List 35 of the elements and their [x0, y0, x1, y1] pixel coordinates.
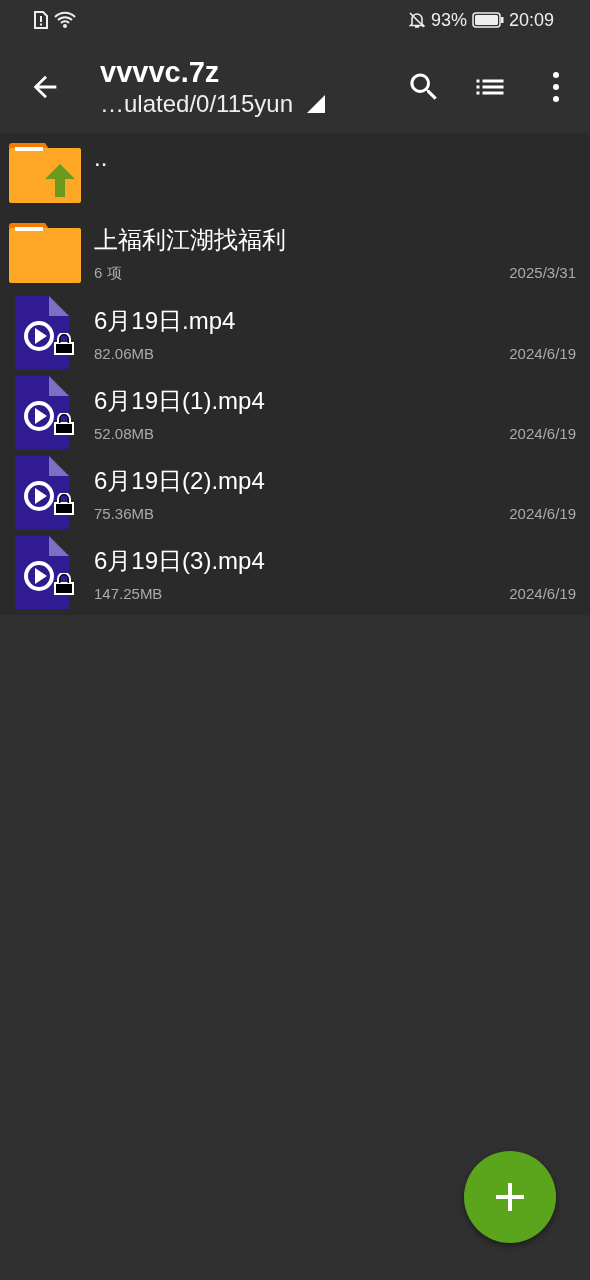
modified-date: 2024/6/19 — [509, 504, 576, 522]
file-details: 75.36MB — [94, 504, 155, 522]
clock-time: 20:09 — [508, 9, 554, 31]
modified-date: 2025/3/31 — [509, 263, 576, 283]
file-name: .. — [94, 143, 109, 173]
file-details: 82.06MB — [94, 344, 155, 362]
file-details: 147.25MB — [94, 584, 163, 602]
file-row[interactable]: .. — [0, 133, 590, 213]
path-text: …ulated/0/115yun — [100, 88, 294, 119]
plus-icon — [496, 1183, 524, 1211]
file-row[interactable]: 6月19日(2).mp4 75.36MB 2024/6/19 — [0, 453, 590, 533]
bell-off-icon — [407, 11, 426, 29]
modified-date: 2024/6/19 — [509, 584, 576, 602]
file-name: 6月19日(3).mp4 — [94, 545, 266, 576]
file-row[interactable]: 6月19日(3).mp4 147.25MB 2024/6/19 — [0, 533, 590, 613]
more-icon — [553, 71, 559, 102]
sim-alert-icon — [34, 11, 48, 29]
file-row[interactable]: 上福利江湖找福利 6 项 2025/3/31 — [0, 213, 590, 293]
file-row[interactable]: 6月19日.mp4 82.06MB 2024/6/19 — [0, 293, 590, 373]
battery-percent: 93% — [430, 9, 467, 31]
archive-title: vvvvc.7z — [100, 54, 221, 89]
folder-icon — [9, 222, 83, 284]
file-name: 上福利江湖找福利 — [94, 224, 287, 255]
modified-date: 2024/6/19 — [509, 424, 576, 442]
folder-up-icon — [9, 142, 83, 204]
file-name: 6月19日.mp4 — [94, 305, 237, 336]
modified-date: 2024/6/19 — [509, 344, 576, 362]
file-details: 52.08MB — [94, 424, 155, 442]
wifi-icon — [54, 11, 76, 29]
dropdown-corner-icon[interactable] — [307, 94, 326, 113]
battery-icon — [471, 12, 504, 28]
file-name: 6月19日(2).mp4 — [94, 465, 266, 496]
file-details: 6 项 — [94, 263, 122, 283]
file-row[interactable]: 6月19日(1).mp4 52.08MB 2024/6/19 — [0, 373, 590, 453]
file-name: 6月19日(1).mp4 — [94, 385, 266, 416]
